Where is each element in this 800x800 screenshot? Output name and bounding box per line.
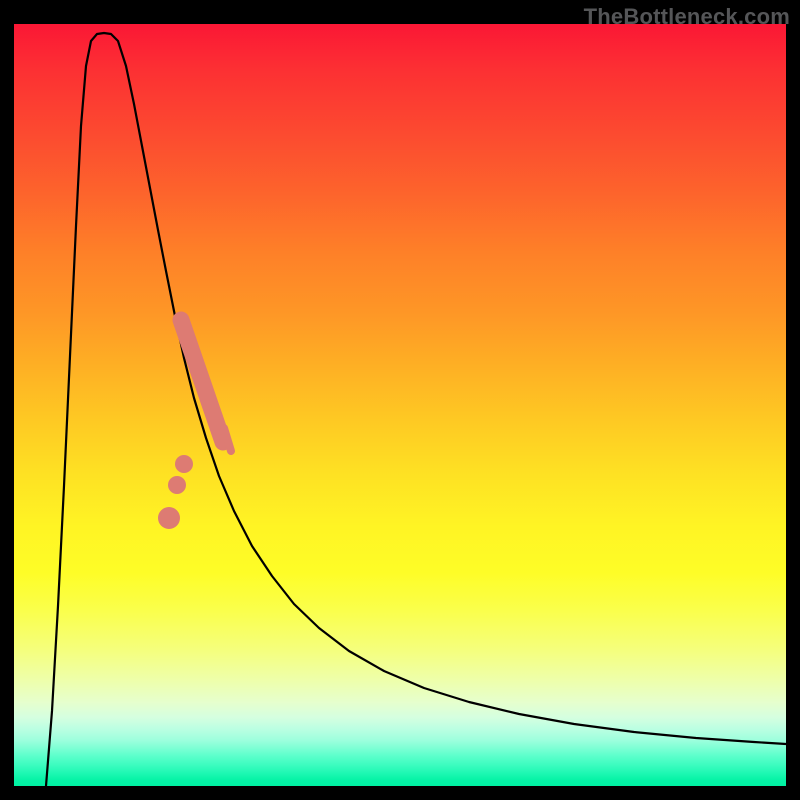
chart-container: TheBottleneck.com [0, 0, 800, 800]
highlight-dot [158, 507, 180, 529]
plot-area [14, 24, 786, 786]
bottleneck-curve [46, 33, 786, 786]
highlight-dot [168, 476, 186, 494]
chart-svg [14, 24, 786, 786]
highlight-dot [175, 455, 193, 473]
